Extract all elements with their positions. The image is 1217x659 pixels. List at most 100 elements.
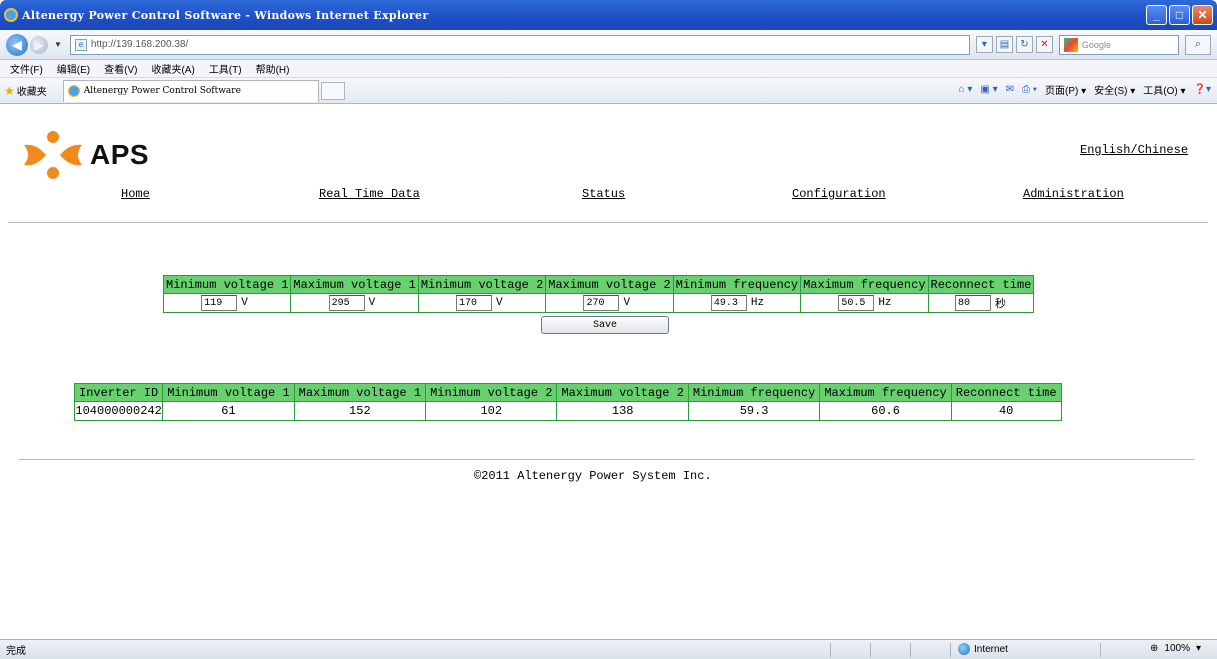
refresh-icon[interactable]: ↻ [1015,36,1033,53]
table-cell: 40 [950,401,1062,421]
column-header: Reconnect time [950,383,1062,402]
table-cell: V [417,293,547,313]
zone-label: Internet [974,643,1008,655]
max-voltage-2-input[interactable] [583,295,620,311]
home-icon[interactable]: ⌂ ▾ [959,84,973,95]
header-divider [8,222,1208,223]
table-cell: V [290,293,419,313]
protection-settings-table: Minimum voltage 1 Maximum voltage 1 Mini… [162,275,1035,313]
forward-button[interactable]: ▶ [30,35,48,54]
unit-label: V [368,297,376,309]
max-frequency-input[interactable] [838,295,875,311]
inverter-id-cell: 104000000242 [73,401,164,421]
table-cell: 138 [556,401,689,421]
menu-tools[interactable]: 工具(T) [209,61,242,76]
nav-home[interactable]: Home [121,187,150,201]
aps-logo-icon [24,131,82,179]
table-cell: 61 [162,401,295,421]
copyright-text: ©2011 Altenergy Power System Inc. [474,469,712,483]
table-cell: Hz [672,293,802,313]
min-voltage-2-input[interactable] [456,295,493,311]
unit-label: V [496,297,503,309]
favorites-button[interactable]: 收藏夹 [17,83,47,98]
command-bar: ⌂ ▾ ▣ ▾ ✉ ⎙ ▾ 页面(P) ▾ 安全(S) ▾ 工具(O) ▾ ❓▾ [959,82,1211,97]
menu-edit[interactable]: 编辑(E) [57,61,90,76]
table-cell: 102 [425,401,558,421]
max-voltage-1-input[interactable] [328,295,365,311]
table-cell: 60.6 [819,401,952,421]
address-dropdown-icon[interactable]: ▾ [975,36,993,53]
address-input[interactable]: e http://139.168.200.38/ [69,34,970,55]
page-icon: e [74,38,87,51]
unit-label: Hz [750,297,765,309]
table-cell: 152 [293,401,427,421]
back-button[interactable]: ◀ [6,33,28,56]
minimize-button[interactable]: _ [1146,5,1167,25]
zoom-control[interactable]: ⊕ 100% ▾ [1150,643,1201,654]
column-header: Inverter ID [73,383,164,402]
menu-help[interactable]: 帮助(H) [256,61,290,76]
ie-logo-icon [4,8,18,22]
table-row: V V V V Hz Hz 秒 [162,293,1035,313]
tools-menu[interactable]: 工具(O) ▾ [1143,82,1185,97]
stop-icon[interactable]: ✕ [1035,36,1053,53]
maximize-button[interactable]: □ [1169,5,1190,25]
search-icon[interactable]: ⌕ [1184,34,1211,55]
table-header-row: Minimum voltage 1 Maximum voltage 1 Mini… [162,275,1035,294]
security-zone[interactable]: Internet [958,643,1008,655]
feeds-icon[interactable]: ▣ ▾ [980,84,997,95]
status-bar: 完成 Internet ⊕ 100% ▾ [0,639,1217,659]
history-dropdown-icon[interactable]: ▼ [54,40,62,49]
search-placeholder: Google [1081,39,1111,50]
tab-title: Altenergy Power Control Software [83,86,241,96]
min-voltage-1-input[interactable] [201,295,238,311]
language-link[interactable]: English/Chinese [1080,143,1188,157]
menu-favorites[interactable]: 收藏夹(A) [151,61,194,76]
google-icon [1063,37,1078,52]
table-row: 104000000242 61 152 102 138 59.3 60.6 40 [73,401,1062,421]
mail-icon[interactable]: ✉ [1006,84,1014,95]
column-header: Reconnect time [927,275,1035,294]
tab-aps[interactable]: Altenergy Power Control Software [62,79,319,102]
status-text: 完成 [6,646,26,657]
unit-label: V [623,297,631,309]
nav-real-time-data[interactable]: Real Time Data [319,187,420,201]
nav-status[interactable]: Status [582,187,625,201]
print-icon[interactable]: ⎙ ▾ [1022,84,1037,95]
status-divider [950,643,951,657]
min-frequency-input[interactable] [710,295,747,311]
column-header: Minimum frequency [687,383,821,402]
compatibility-icon[interactable]: ▤ [995,36,1013,53]
favorites-star-icon[interactable]: ★ [4,84,15,98]
nav-administration[interactable]: Administration [1023,187,1124,201]
reconnect-time-input[interactable] [954,295,991,311]
chevron-down-icon: ▾ [1195,643,1201,654]
column-header: Maximum voltage 1 [293,383,427,402]
status-divider [870,643,871,657]
table-cell: Hz [800,293,929,313]
page-menu[interactable]: 页面(P) ▾ [1045,82,1086,97]
column-header: Maximum frequency [819,383,952,402]
menu-view[interactable]: 查看(V) [104,61,137,76]
help-icon[interactable]: ❓▾ [1194,84,1211,95]
zoom-level: 100% [1164,643,1190,654]
table-cell: 59.3 [687,401,821,421]
unit-label: 秒 [994,299,1006,311]
unit-label: Hz [878,297,892,309]
close-button[interactable]: ✕ [1192,5,1213,25]
menu-file[interactable]: 文件(F) [10,61,43,76]
globe-icon [958,643,970,655]
logo-text: APS [90,139,150,170]
table-cell: 秒 [927,293,1035,313]
table-header-row: Inverter ID Minimum voltage 1 Maximum vo… [73,383,1062,402]
save-button[interactable]: Save [541,316,669,334]
column-header: Minimum voltage 2 [425,383,558,402]
status-divider [1100,643,1101,657]
nav-configuration[interactable]: Configuration [792,187,886,201]
safety-menu[interactable]: 安全(S) ▾ [1094,82,1135,97]
column-header: Maximum voltage 1 [290,275,419,294]
new-tab-button[interactable] [320,81,345,100]
page-content: APS English/Chinese Home Real Time Data … [0,105,1217,639]
column-header: Maximum voltage 2 [545,275,674,294]
search-input[interactable]: Google [1058,34,1179,55]
